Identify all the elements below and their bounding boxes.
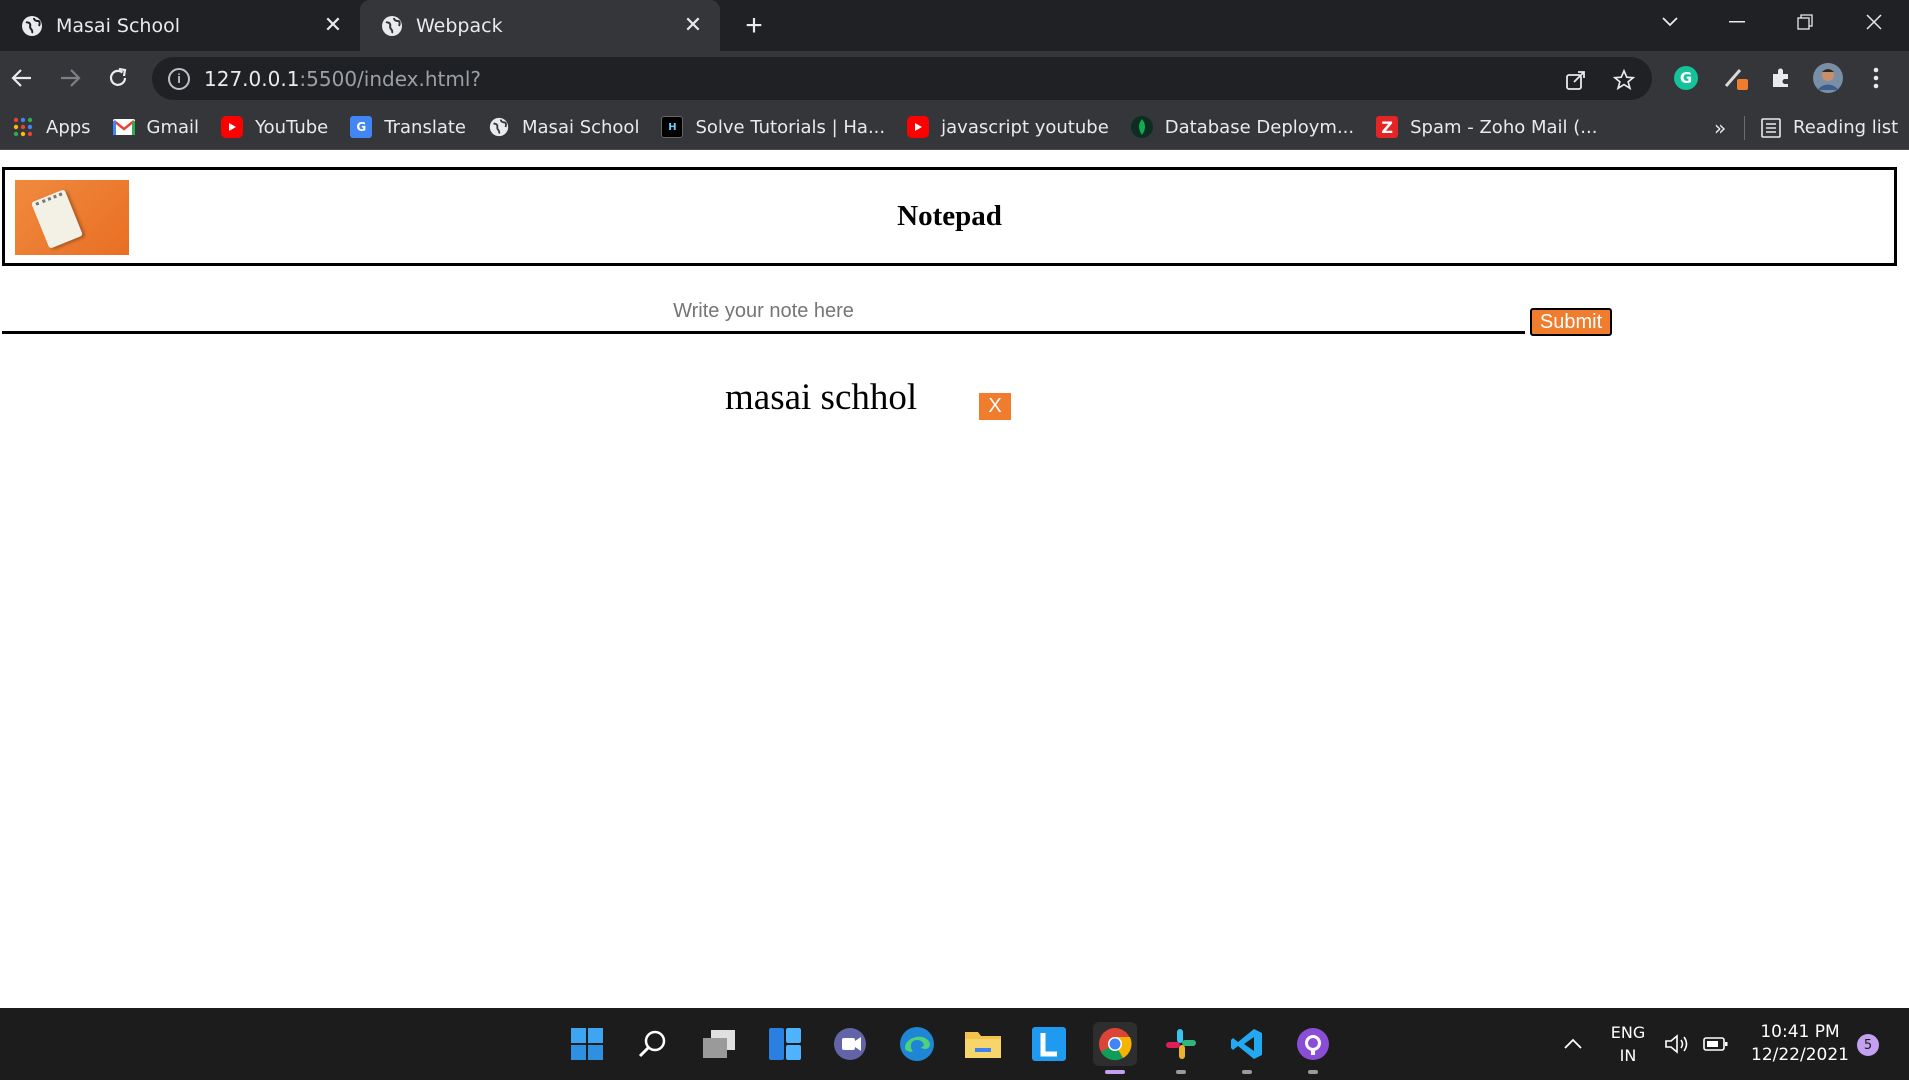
address-bar[interactable]: i 127.0.0.1:5500/index.html? [152, 57, 1652, 100]
note-input[interactable] [2, 292, 1525, 334]
taskbar: ENG IN 10:41 PM 12/22/2021 5 [0, 1008, 1909, 1080]
forward-button[interactable] [52, 60, 88, 96]
tab-masai-school[interactable]: Masai School ✕ [0, 0, 360, 51]
bookmark-star-icon[interactable] [1612, 68, 1636, 92]
tab-webpack[interactable]: Webpack ✕ [360, 0, 720, 51]
url-text[interactable]: 127.0.0.1:5500/index.html? [204, 67, 481, 91]
tray-chevron-icon[interactable] [1563, 1008, 1583, 1080]
l-app-icon[interactable] [1027, 1022, 1071, 1066]
bookmarks-divider [1744, 105, 1746, 150]
github-desktop-icon[interactable] [1291, 1022, 1335, 1074]
new-tab-button[interactable]: + [738, 9, 770, 42]
note-item: masai schhol X [725, 376, 1011, 420]
start-windows-icon[interactable] [565, 1022, 609, 1066]
system-clock[interactable]: 10:41 PM 12/22/2021 [1750, 1021, 1850, 1067]
widgets-icon[interactable] [763, 1022, 807, 1066]
close-tab-icon[interactable]: ✕ [320, 12, 346, 38]
volume-icon[interactable] [1664, 1008, 1690, 1080]
browser-menu-icon[interactable] [1861, 63, 1891, 93]
bookmark-zoho-mail[interactable]: Z Spam - Zoho Mail (... [1376, 116, 1597, 138]
browser-toolbar: i 127.0.0.1:5500/index.html? G [0, 51, 1909, 105]
reading-list-label: Reading list [1793, 117, 1899, 138]
page-viewport: Notepad Submit masai schhol X [0, 151, 1909, 1008]
notification-badge[interactable]: 5 [1857, 1034, 1879, 1056]
chrome-taskbar-icon[interactable] [1093, 1022, 1137, 1074]
app-header: Notepad [2, 167, 1897, 266]
reload-button[interactable] [100, 60, 136, 96]
reading-list-button[interactable]: Reading list [1761, 105, 1898, 150]
close-window-button[interactable] [1840, 0, 1908, 44]
region-code: IN [1619, 1046, 1637, 1065]
color-picker-extension-icon[interactable] [1721, 63, 1751, 93]
globe-icon [488, 116, 510, 138]
file-explorer-icon[interactable] [961, 1022, 1005, 1066]
extensions-puzzle-icon[interactable] [1766, 63, 1796, 93]
hackerearth-icon: H [661, 116, 684, 138]
running-indicator [1242, 1070, 1252, 1074]
bookmark-label: Apps [46, 116, 91, 138]
bookmark-label: Translate [384, 116, 466, 138]
edge-browser-icon[interactable] [895, 1022, 939, 1066]
language-code: ENG [1610, 1023, 1646, 1042]
bookmark-solve-tutorials[interactable]: H Solve Tutorials | Ha... [661, 116, 885, 138]
site-info-icon[interactable]: i [168, 67, 190, 90]
bookmark-label: Gmail [146, 116, 200, 138]
bookmark-label: YouTube [255, 116, 329, 138]
bookmark-apps[interactable]: Apps [12, 116, 91, 138]
gmail-icon [112, 116, 135, 138]
minimize-button[interactable] [1703, 0, 1771, 44]
bookmark-label: Spam - Zoho Mail (... [1410, 116, 1598, 138]
bookmark-database-deployment[interactable]: Database Deploym... [1130, 116, 1355, 138]
bookmarks-bar: Apps Gmail YouTube G Translate Masai Sch… [0, 105, 1909, 150]
close-tab-icon[interactable]: ✕ [680, 12, 706, 38]
vscode-icon[interactable] [1225, 1022, 1269, 1074]
clock-time: 10:41 PM [1760, 1022, 1840, 1042]
tab-title: Webpack [416, 14, 503, 37]
delete-note-button[interactable]: X [979, 393, 1011, 420]
clock-date: 12/22/2021 [1751, 1045, 1849, 1065]
search-icon[interactable] [631, 1022, 675, 1066]
teams-chat-icon[interactable] [829, 1022, 873, 1066]
back-button[interactable] [4, 60, 40, 96]
bookmark-javascript-youtube[interactable]: javascript youtube [907, 116, 1109, 138]
note-text: masai schhol [725, 377, 918, 418]
bookmark-gmail[interactable]: Gmail [112, 116, 200, 138]
active-indicator [1105, 1070, 1125, 1074]
share-icon[interactable] [1564, 68, 1588, 92]
mongodb-icon [1130, 116, 1153, 138]
tab-strip: Masai School ✕ Webpack ✕ + [0, 0, 1909, 51]
more-bookmarks-chevron[interactable]: » [1714, 105, 1726, 150]
translate-icon: G [350, 116, 373, 138]
youtube-icon [907, 116, 930, 138]
zoho-icon: Z [1376, 116, 1399, 138]
profile-avatar[interactable] [1813, 63, 1843, 93]
tab-search-chevron-icon[interactable] [1636, 0, 1704, 44]
url-path: :5500/index.html? [299, 66, 482, 91]
slack-icon[interactable] [1159, 1022, 1203, 1074]
page-title: Notepad [897, 200, 1002, 232]
bookmark-label: Masai School [522, 116, 640, 138]
language-indicator[interactable]: ENG IN [1606, 1021, 1650, 1067]
bookmark-translate[interactable]: G Translate [350, 116, 466, 138]
task-view-icon[interactable] [697, 1022, 741, 1066]
youtube-icon [221, 116, 244, 138]
globe-icon [382, 15, 402, 36]
svg-text:G: G [1680, 69, 1692, 87]
bookmark-label: Database Deploym... [1164, 116, 1355, 138]
running-indicator [1308, 1070, 1318, 1074]
bookmark-masai-school[interactable]: Masai School [488, 116, 639, 138]
submit-button[interactable]: Submit [1530, 308, 1612, 336]
grammarly-icon[interactable]: G [1671, 63, 1701, 93]
apps-grid-icon [12, 116, 34, 138]
bookmark-youtube[interactable]: YouTube [221, 116, 328, 138]
tab-title: Masai School [56, 14, 180, 37]
url-host: 127.0.0.1 [204, 66, 300, 91]
battery-icon[interactable] [1703, 1008, 1729, 1080]
reading-list-icon [1761, 117, 1781, 138]
globe-icon [22, 15, 42, 36]
bookmark-label: javascript youtube [941, 116, 1109, 138]
bookmark-label: Solve Tutorials | Ha... [695, 116, 886, 138]
restore-button[interactable] [1771, 0, 1839, 44]
running-indicator [1176, 1070, 1186, 1074]
